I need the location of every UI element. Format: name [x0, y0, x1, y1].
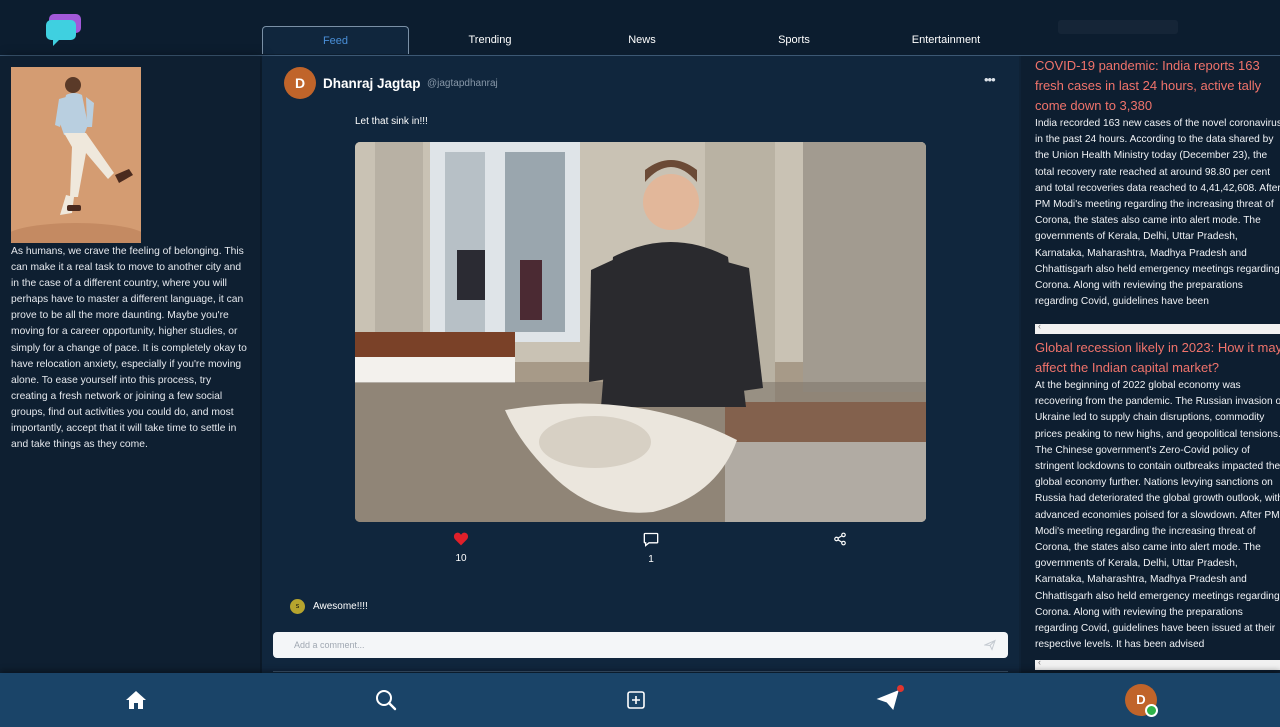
featured-photo [11, 67, 141, 243]
author-handle[interactable]: @jagtapdhanraj [427, 78, 498, 89]
feed-tabs: Feed Trending News Sports Entertainment [262, 26, 1022, 54]
feed-column: D Dhanraj Jagtap @jagtapdhanraj ••• Let … [262, 56, 1019, 676]
author-avatar[interactable]: D [284, 67, 316, 99]
left-sidebar-text: As humans, we crave the feeling of belon… [11, 246, 247, 451]
heart-icon [453, 532, 469, 546]
faded-header-title [1058, 20, 1178, 34]
like-count: 10 [455, 553, 467, 564]
news-body: At the beginning of 2022 global economy … [1035, 380, 1280, 651]
tab-feed[interactable]: Feed [262, 26, 409, 54]
post-card: D Dhanraj Jagtap @jagtapdhanraj ••• Let … [272, 56, 1008, 616]
home-icon[interactable] [124, 688, 148, 712]
comment-item: s Awesome!!!! [290, 598, 368, 614]
search-icon[interactable] [374, 688, 398, 712]
comment-text: Awesome!!!! [313, 600, 368, 612]
comment-button[interactable]: 1 [631, 532, 671, 565]
share-button[interactable] [820, 532, 860, 551]
news-title[interactable]: Global recession likely in 2023: How it … [1035, 338, 1280, 378]
send-icon[interactable] [876, 688, 900, 712]
left-sidebar: As humans, we crave the feeling of belon… [0, 56, 260, 676]
news-sidebar: COVID-19 pandemic: India reports 163 fre… [1021, 56, 1280, 676]
post-image[interactable] [355, 142, 926, 522]
tab-trending[interactable]: Trending [414, 26, 566, 54]
add-post-icon[interactable] [624, 688, 648, 712]
news-title[interactable]: COVID-19 pandemic: India reports 163 fre… [1035, 56, 1280, 116]
divider [273, 671, 1008, 672]
bottom-navigation: D [0, 673, 1280, 727]
comment-icon [643, 532, 659, 547]
tab-news[interactable]: News [566, 26, 718, 54]
notification-dot [897, 685, 904, 692]
send-comment-icon[interactable] [984, 639, 996, 651]
online-status-indicator [1145, 704, 1158, 717]
top-header: Feed Trending News Sports Entertainment [0, 0, 1280, 56]
person-photo-illustration [11, 67, 141, 243]
post-actions: 10 1 [272, 532, 1008, 572]
post-caption: Let that sink in!!! [355, 116, 428, 127]
commenter-avatar[interactable]: s [290, 598, 305, 614]
news-article: COVID-19 pandemic: India reports 163 fre… [1035, 56, 1280, 321]
horizontal-scrollbar[interactable] [1035, 321, 1280, 334]
chat-logo-icon[interactable] [46, 13, 82, 47]
share-icon [834, 532, 846, 546]
news-body: India recorded 163 new cases of the nove… [1035, 118, 1280, 308]
horizontal-scrollbar[interactable] [1035, 657, 1280, 670]
tab-entertainment[interactable]: Entertainment [870, 26, 1022, 54]
tab-sports[interactable]: Sports [718, 26, 870, 54]
author-name[interactable]: Dhanraj Jagtap [323, 76, 421, 91]
comment-count: 1 [648, 554, 654, 565]
post-photo-illustration [355, 142, 926, 522]
add-comment-input[interactable] [273, 632, 1008, 658]
news-article: Global recession likely in 2023: How it … [1035, 338, 1280, 663]
more-options-icon[interactable]: ••• [984, 72, 996, 87]
like-button[interactable]: 10 [441, 532, 481, 564]
